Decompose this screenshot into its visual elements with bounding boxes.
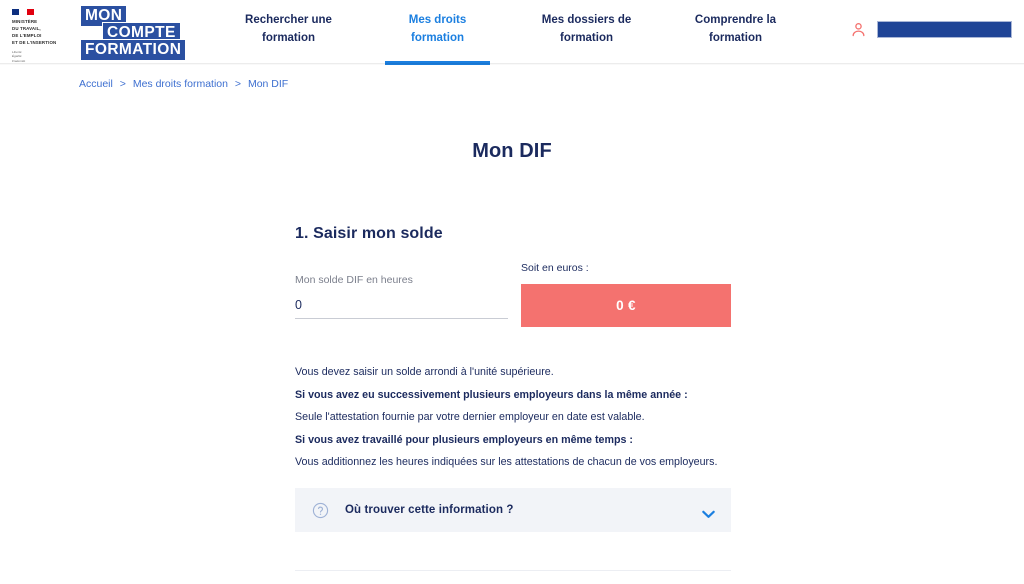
breadcrumb-item-mon-dif: Mon DIF (247, 78, 289, 90)
account-name-redacted (877, 20, 1012, 38)
note-line: Si vous avez travaillé pour plusieurs em… (295, 433, 633, 446)
breadcrumb-separator: > (119, 78, 126, 90)
page-title: Mon DIF (472, 139, 552, 162)
french-flag-icon (12, 9, 34, 15)
note-line: Vous devez saisir un solde arrondi à l'u… (295, 366, 554, 379)
solde-input[interactable] (295, 298, 508, 320)
solde-notes: Vous devez saisir un solde arrondi à l'u… (295, 365, 730, 469)
solde-field-label: Mon solde DIF en heures (295, 273, 413, 286)
euro-amount-display: 0 € (521, 284, 731, 328)
user-icon (850, 21, 867, 38)
breadcrumb-item-accueil[interactable]: Accueil (79, 78, 113, 90)
ministry-logo[interactable]: MINISTÈRE DU TRAVAIL, DE L'EMPLOI ET DE … (12, 9, 74, 64)
section-divider (295, 570, 731, 572)
site-header: MINISTÈRE DU TRAVAIL, DE L'EMPLOI ET DE … (0, 0, 1024, 65)
nav-item-mes-dossiers-de-formation[interactable]: Mes dossiers de formation (534, 0, 639, 65)
solde-row: Mon solde DIF en heures Soit en euros : … (295, 262, 731, 328)
brand-line-formation: FORMATION (80, 39, 187, 61)
nav-item-mes-droits-formation[interactable]: Mes droits formation (385, 0, 490, 65)
chevron-down-icon[interactable] (702, 506, 715, 518)
breadcrumb-item-mes-droits-formation[interactable]: Mes droits formation (133, 78, 228, 90)
question-circle-icon (312, 502, 329, 519)
accordion-label: Où trouver cette information ? (345, 504, 514, 517)
note-line: Seule l'attestation fournie par votre de… (295, 411, 645, 424)
primary-navigation: Rechercher une formation Mes droits form… (236, 0, 850, 65)
euro-label: Soit en euros : (521, 261, 589, 274)
note-line: Vous additionnez les heures indiquées su… (295, 456, 718, 469)
euro-equivalent-block: Soit en euros : 0 € (521, 262, 731, 328)
accordion-ou-trouver-cette-information[interactable]: Où trouver cette information ? (295, 488, 731, 533)
ministry-title: MINISTÈRE DU TRAVAIL, DE L'EMPLOI ET DE … (12, 19, 57, 46)
brand-logo-mon-compte-formation[interactable]: MON COMPTE FORMATION (80, 5, 202, 61)
nav-item-rechercher-une-formation[interactable]: Rechercher une formation (236, 0, 341, 65)
breadcrumb-separator: > (234, 78, 242, 90)
section-1-heading: 1. Saisir mon solde (295, 224, 443, 242)
account-area[interactable] (850, 0, 1012, 58)
breadcrumb: Accueil > Mes droits formation > Mon DIF (0, 65, 1024, 92)
ministry-motto: Liberté Égalité Fraternité (12, 49, 26, 64)
main-content: 1. Saisir mon solde Mon solde DIF en heu… (294, 224, 731, 584)
note-line: Si vous avez eu successivement plusieurs… (295, 388, 688, 401)
nav-item-comprendre-la-formation[interactable]: Comprendre la formation (683, 0, 788, 65)
solde-field-group: Mon solde DIF en heures (295, 262, 508, 320)
